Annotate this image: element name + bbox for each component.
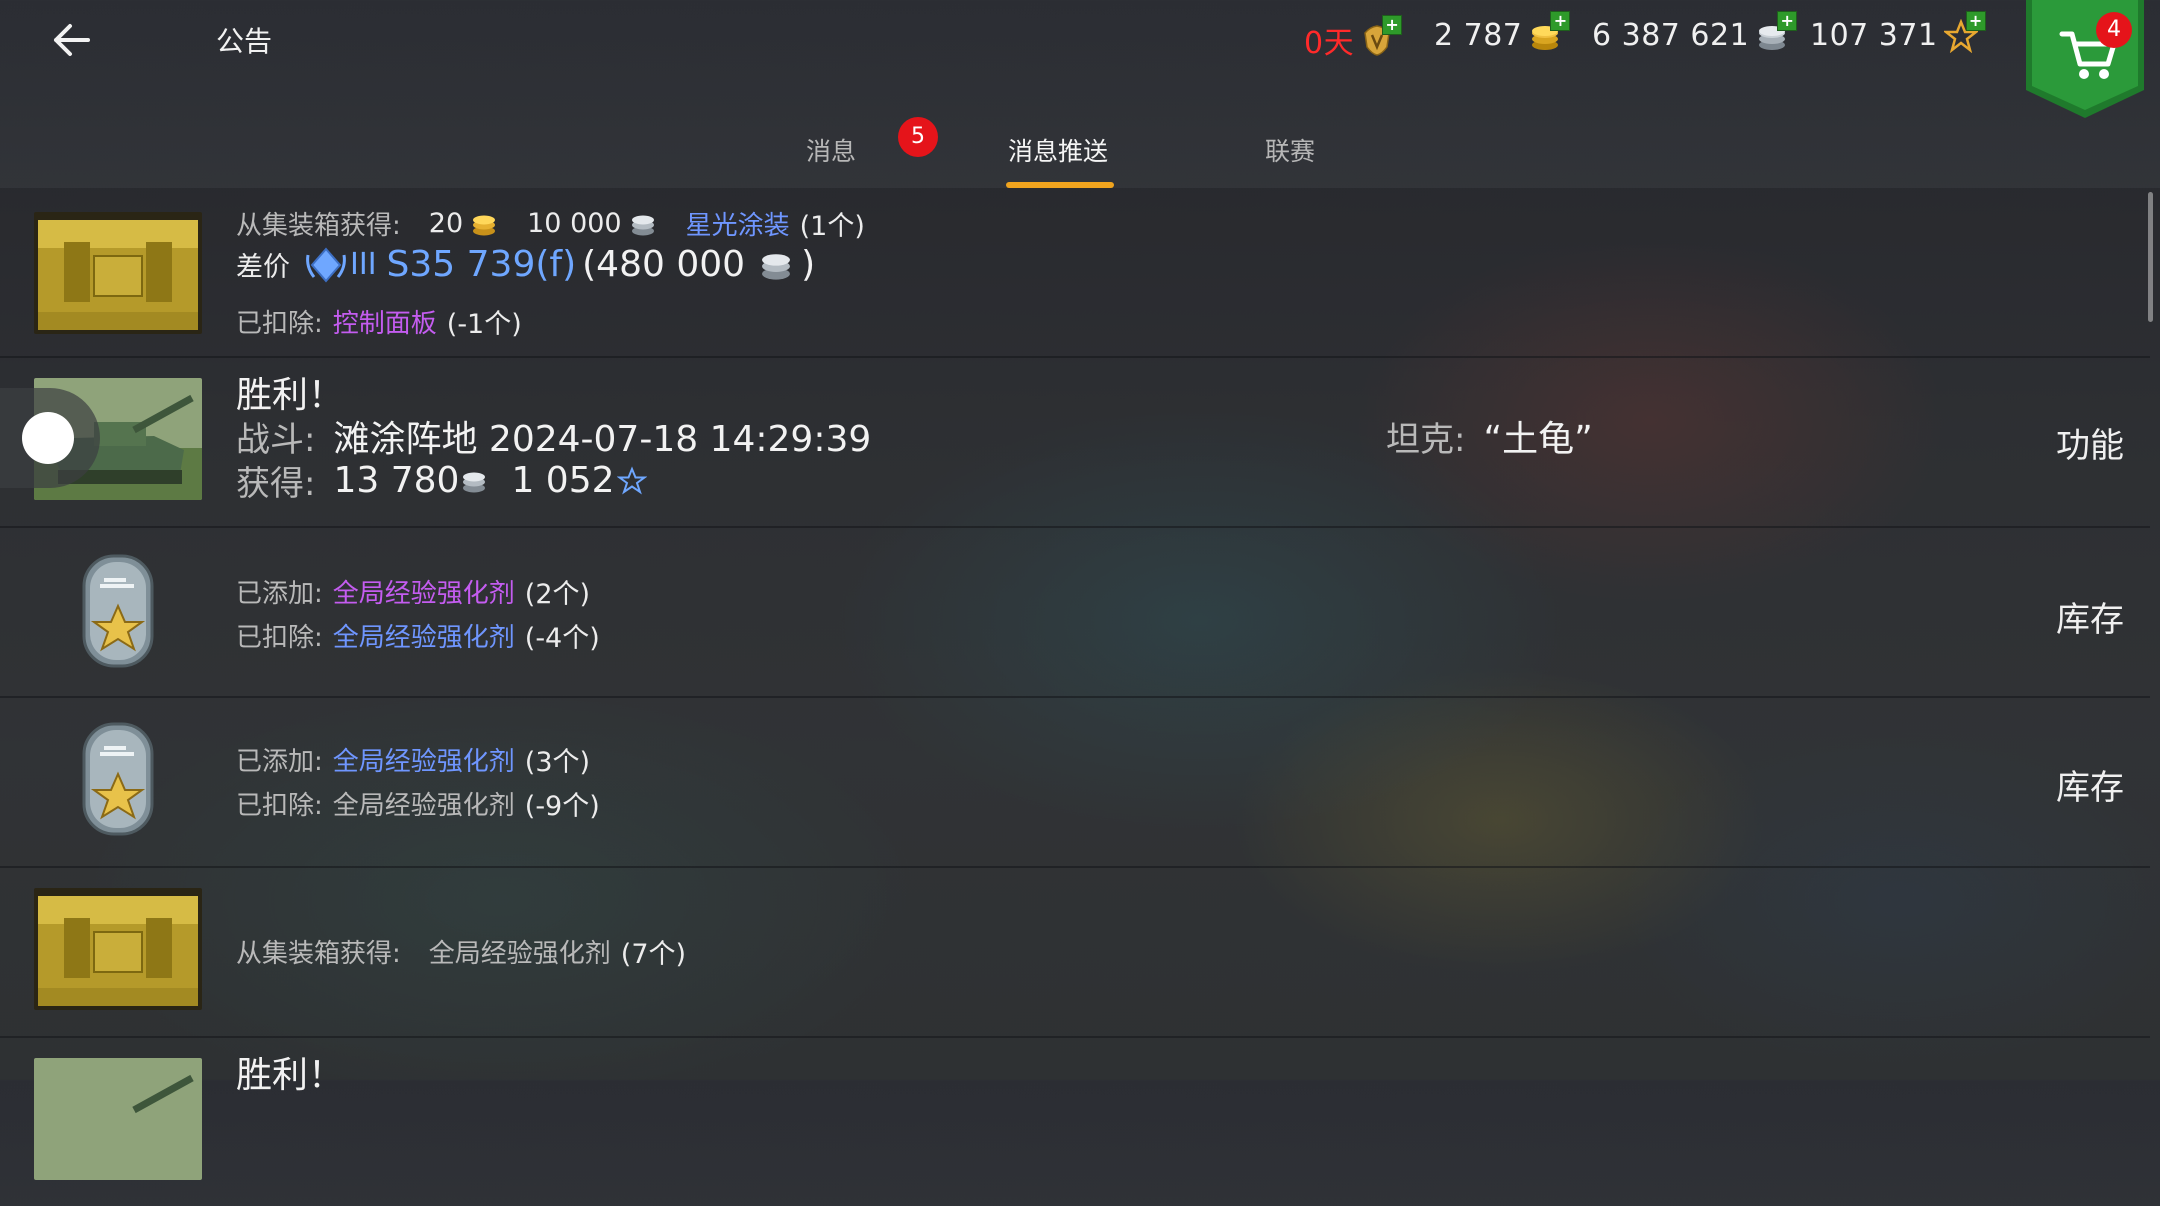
- premium-days-value: 0天: [1304, 26, 1355, 61]
- list-item[interactable]: 从集装箱获得: 全局经验强化剂 (7个): [0, 868, 2150, 1038]
- price-difference-close: ): [801, 244, 816, 285]
- free-xp-value: 107 371: [1810, 18, 1938, 53]
- reward-item-name: 星光涂装: [685, 211, 790, 241]
- credits-value: 6 387 621: [1592, 18, 1750, 53]
- convert-xp-button[interactable]: +: [1965, 10, 1986, 31]
- feature-action-button[interactable]: 功能: [2056, 418, 2124, 467]
- list-item[interactable]: 胜利！ 战斗: 滩涂阵地 2024-07-18 14:29:39 坦克: “土龟…: [0, 358, 2150, 528]
- battle-result-title: 胜利！: [236, 1046, 344, 1098]
- credits-balance[interactable]: 6 387 621 +: [1592, 10, 1798, 53]
- booster-dogtag-icon: [34, 718, 202, 840]
- tab-bar: 消息 消息推送 联赛: [0, 110, 2160, 190]
- booster-added-line: 已添加: 全局经验强化剂 (2个): [236, 572, 590, 611]
- list-item[interactable]: 已添加: 全局经验强化剂 (3个) 已扣除: 全局经验强化剂 (-9个) 库存: [0, 698, 2150, 868]
- booster-added-line: 已添加: 全局经验强化剂 (3个): [236, 740, 590, 779]
- battle-map-datetime: 滩涂阵地 2024-07-18 14:29:39: [333, 419, 872, 460]
- earned-credits-value: 13 780: [333, 460, 460, 501]
- added-item-name: 全局经验强化剂: [332, 579, 515, 609]
- container-chest-icon: [34, 888, 202, 1010]
- earned-label: 获得:: [236, 464, 316, 504]
- gold-coins-icon: [473, 215, 496, 235]
- removed-item-name: 控制面板: [332, 309, 437, 339]
- price-difference-line: 差价 III S35 739(f) (480 000 ): [236, 244, 815, 285]
- star-xp-icon: +: [1941, 10, 1986, 53]
- removed-label: 已扣除:: [236, 309, 323, 339]
- tank-value: “土龟”: [1483, 419, 1593, 460]
- add-gold-button[interactable]: +: [1550, 10, 1571, 31]
- page-title: 公告: [216, 25, 273, 58]
- container-chest-icon: [34, 212, 202, 334]
- battle-label: 战斗:: [236, 419, 316, 460]
- silver-coins-icon: +: [1755, 10, 1798, 53]
- price-difference-value: (480 000: [582, 244, 746, 285]
- added-item-qty: (2个): [524, 579, 591, 610]
- star-xp-icon: [616, 465, 647, 495]
- top-bar: 公告 0天 + 2 787 + 6 387 621 + 107 371 + 4: [0, 0, 2160, 118]
- container-source-label: 从集装箱获得:: [236, 939, 401, 969]
- removed-item-qty: (-1个): [446, 309, 522, 340]
- tank-class-emblem-icon: [306, 246, 346, 283]
- tank-thumbnail: [34, 1058, 202, 1180]
- container-rewards-line: 从集装箱获得: 全局经验强化剂 (7个): [236, 932, 686, 971]
- notification-list[interactable]: 从集装箱获得: 20 10 000 星光涂装 (1个) 差价 III S35 7…: [0, 188, 2160, 1180]
- premium-shield-icon: +: [1360, 15, 1403, 57]
- reward-item-qty: (7个): [620, 939, 687, 970]
- inventory-action-button[interactable]: 库存: [2056, 592, 2124, 641]
- silver-coins-icon: [762, 253, 790, 280]
- removed-label: 已扣除:: [236, 791, 323, 821]
- gold-reward-value: 20: [428, 208, 464, 239]
- assistive-dot-icon: [22, 412, 74, 464]
- cart-count-badge: 4: [2096, 12, 2132, 48]
- free-xp-balance[interactable]: 107 371 +: [1810, 10, 1986, 53]
- earned-xp-value: 1 052: [511, 460, 615, 501]
- gold-coins-icon: +: [1528, 10, 1571, 53]
- booster-dogtag-icon: [34, 550, 202, 672]
- removed-item-qty: (-9个): [524, 791, 600, 822]
- added-label: 已添加:: [236, 747, 323, 777]
- silver-coins-icon: [463, 472, 486, 492]
- add-credits-button[interactable]: +: [1777, 10, 1798, 31]
- added-label: 已添加:: [236, 579, 323, 609]
- tank-label: 坦克:: [1386, 419, 1466, 460]
- back-button[interactable]: [44, 16, 104, 64]
- floating-assistive-button[interactable]: [0, 388, 100, 488]
- removed-item-line: 已扣除: 控制面板 (-1个): [236, 302, 522, 341]
- tank-info-line: 坦克: “土龟”: [1386, 410, 1593, 462]
- gold-balance[interactable]: 2 787 +: [1434, 10, 1571, 53]
- removed-item-name: 全局经验强化剂: [332, 623, 515, 653]
- booster-removed-line: 已扣除: 全局经验强化剂 (-4个): [236, 616, 600, 655]
- premium-account-indicator[interactable]: 0天 +: [1304, 15, 1403, 62]
- price-difference-label: 差价: [236, 252, 290, 283]
- silver-coins-icon: [631, 215, 654, 235]
- victory-title: 胜利！: [236, 1055, 345, 1096]
- container-rewards-line: 从集装箱获得: 20 10 000 星光涂装 (1个): [236, 204, 865, 243]
- tab-messages[interactable]: 消息: [806, 132, 856, 168]
- reward-item-name: 全局经验强化剂: [428, 939, 611, 969]
- added-item-name: 全局经验强化剂: [332, 747, 515, 777]
- battle-info-line: 战斗: 滩涂阵地 2024-07-18 14:29:39: [236, 410, 871, 462]
- list-item[interactable]: 胜利！: [0, 1038, 2150, 1206]
- list-scrollbar[interactable]: [2148, 192, 2153, 322]
- battle-earnings-line: 获得: 13 780 1 052: [236, 456, 647, 505]
- messages-unread-badge: 5: [898, 117, 938, 157]
- add-premium-button[interactable]: +: [1382, 15, 1403, 35]
- reward-item-qty: (1个): [799, 211, 865, 242]
- tank-tier: III: [350, 247, 377, 282]
- arrow-left-icon: [54, 24, 90, 56]
- removed-item-qty: (-4个): [524, 623, 600, 654]
- booster-removed-line: 已扣除: 全局经验强化剂 (-9个): [236, 784, 600, 823]
- list-item[interactable]: 从集装箱获得: 20 10 000 星光涂装 (1个) 差价 III S35 7…: [0, 188, 2150, 358]
- gold-value: 2 787: [1434, 18, 1523, 53]
- removed-item-name: 全局经验强化剂: [332, 791, 515, 821]
- credits-reward-value: 10 000: [527, 208, 622, 239]
- tab-push-notifications[interactable]: 消息推送: [1008, 132, 1108, 168]
- inventory-action-button[interactable]: 库存: [2056, 760, 2124, 809]
- removed-label: 已扣除:: [236, 623, 323, 653]
- added-item-qty: (3个): [524, 747, 591, 778]
- container-source-label: 从集装箱获得:: [236, 211, 401, 241]
- tab-league[interactable]: 联赛: [1265, 132, 1315, 168]
- list-item[interactable]: 已添加: 全局经验强化剂 (2个) 已扣除: 全局经验强化剂 (-4个) 库存: [0, 528, 2150, 698]
- tank-name: S35 739(f): [386, 244, 577, 285]
